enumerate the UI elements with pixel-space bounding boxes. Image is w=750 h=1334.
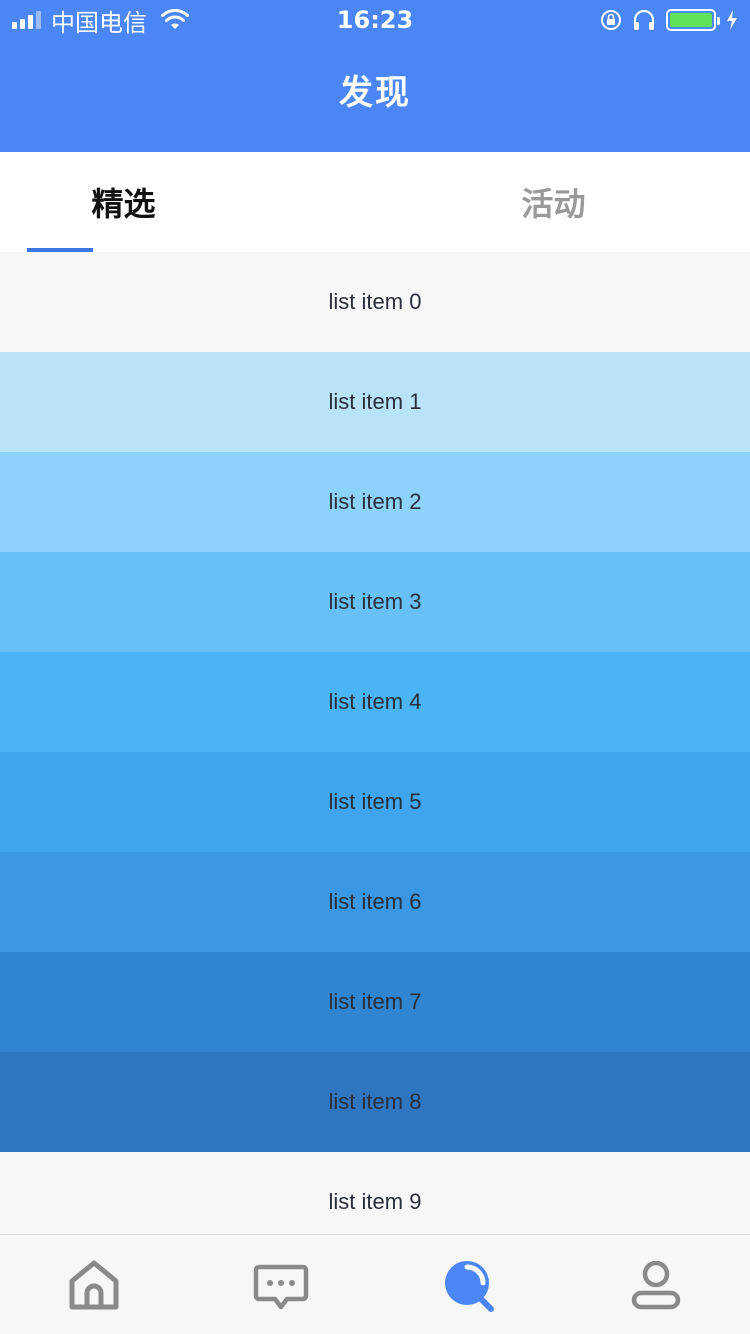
- page-title: 发现: [339, 72, 411, 113]
- tab-bar-top: 精选 活动: [0, 152, 750, 252]
- header: 发现: [0, 40, 750, 152]
- list-item[interactable]: list item 7: [0, 952, 750, 1052]
- charging-icon: [727, 10, 737, 30]
- list-item[interactable]: list item 8: [0, 1052, 750, 1152]
- list-item[interactable]: list item 6: [0, 852, 750, 952]
- tab-bar-profile[interactable]: [563, 1235, 750, 1334]
- tab-bar-messages[interactable]: [188, 1235, 376, 1334]
- headphones-icon: [633, 9, 655, 30]
- list-item[interactable]: list item 9: [0, 1152, 750, 1235]
- home-icon: [69, 1260, 119, 1309]
- list-item[interactable]: list item 2: [0, 452, 750, 552]
- bottom-tab-bar: [0, 1234, 750, 1334]
- item-list[interactable]: list item 0 list item 1 list item 2 list…: [0, 252, 750, 1235]
- tab-bar-discover[interactable]: [375, 1235, 563, 1334]
- tab-label: 精选: [91, 185, 156, 223]
- message-icon: [254, 1264, 309, 1309]
- status-bar: 中国电信 16:23: [0, 0, 750, 40]
- list-item[interactable]: list item 3: [0, 552, 750, 652]
- list-item[interactable]: list item 5: [0, 752, 750, 852]
- battery-icon: [666, 9, 720, 31]
- list-item[interactable]: list item 1: [0, 352, 750, 452]
- tab-label: 活动: [521, 185, 586, 223]
- tab-activities[interactable]: 活动: [375, 152, 750, 252]
- list-item[interactable]: list item 4: [0, 652, 750, 752]
- tab-featured[interactable]: 精选: [0, 152, 375, 252]
- profile-icon: [632, 1260, 681, 1309]
- tab-bar-home[interactable]: [0, 1235, 188, 1334]
- status-right: [600, 0, 738, 40]
- rotation-lock-icon: [601, 10, 621, 30]
- discover-icon: [444, 1260, 494, 1312]
- list-item[interactable]: list item 0: [0, 252, 750, 352]
